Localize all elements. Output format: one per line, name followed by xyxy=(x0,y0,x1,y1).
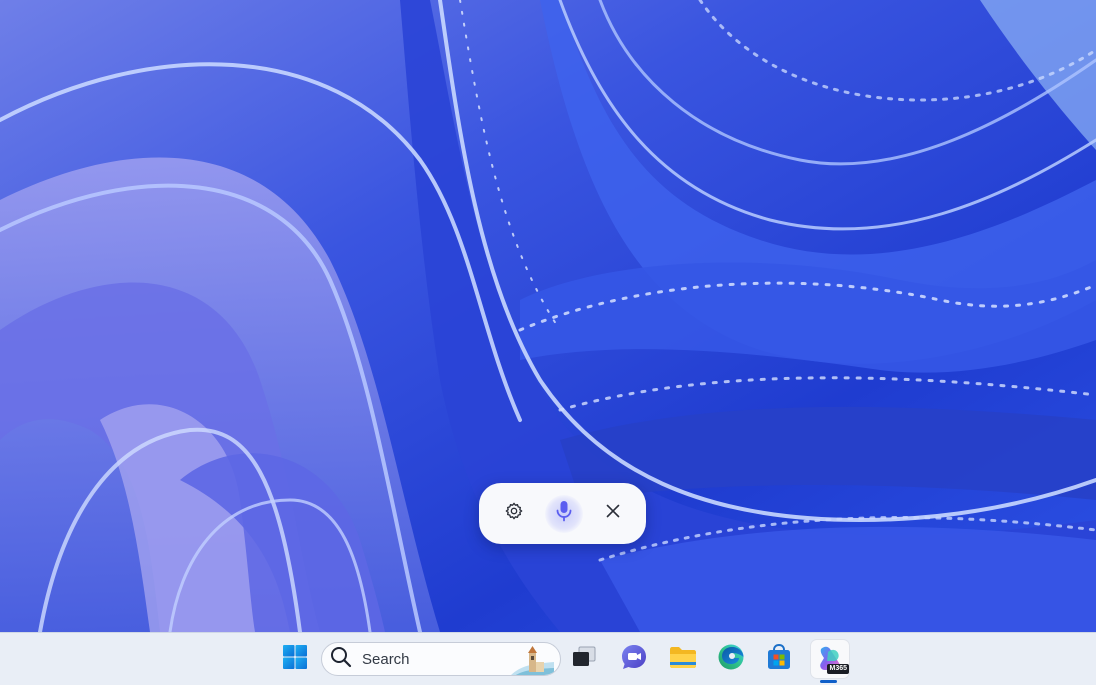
edge-browser-icon xyxy=(717,643,745,676)
search-placeholder: Search xyxy=(362,651,410,668)
microphone-icon xyxy=(555,500,573,527)
windows-start-icon xyxy=(282,644,308,675)
search-icon xyxy=(330,646,352,673)
task-view-icon xyxy=(571,645,597,674)
active-app-indicator xyxy=(820,680,837,683)
microphone-button[interactable] xyxy=(545,495,583,533)
microsoft-store-button[interactable] xyxy=(762,642,796,676)
m365-badge: M365 xyxy=(827,664,849,674)
gear-icon xyxy=(504,501,524,526)
chat-button[interactable] xyxy=(617,642,651,676)
taskbar: Search xyxy=(0,632,1096,685)
edge-browser-button[interactable] xyxy=(714,642,748,676)
task-view-button[interactable] xyxy=(567,642,601,676)
start-button[interactable] xyxy=(278,642,312,676)
file-explorer-button[interactable] xyxy=(666,642,700,676)
close-button[interactable] xyxy=(598,499,628,529)
voice-typing-bar xyxy=(479,483,646,544)
close-icon xyxy=(606,504,620,523)
settings-button[interactable] xyxy=(499,499,529,529)
m365-copilot-icon: M365 xyxy=(815,644,845,674)
video-chat-icon xyxy=(620,643,648,676)
m365-copilot-button[interactable]: M365 xyxy=(811,640,849,678)
taskbar-search-box[interactable]: Search xyxy=(321,642,561,676)
search-highlight-illustration-icon xyxy=(510,644,554,676)
file-explorer-icon xyxy=(669,645,697,674)
microsoft-store-icon xyxy=(765,643,793,676)
